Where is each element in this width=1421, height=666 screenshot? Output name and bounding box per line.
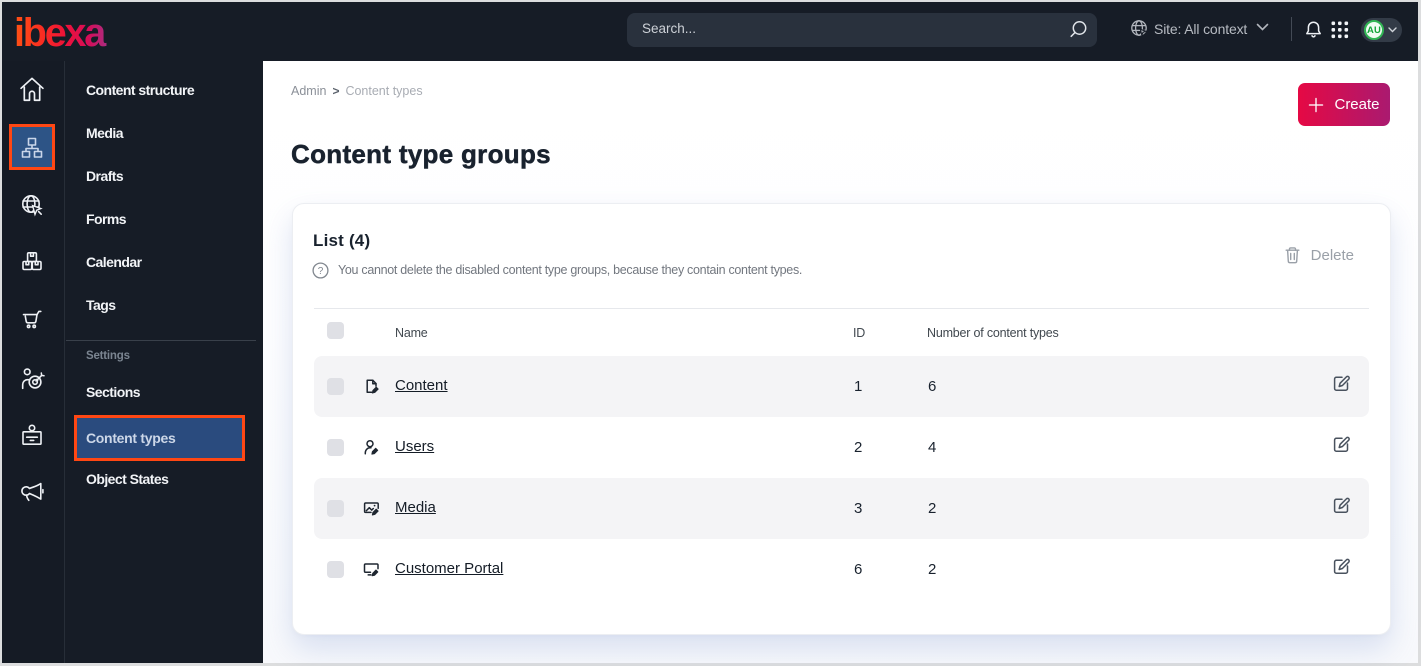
svg-text:ibexa: ibexa [16,11,107,50]
svg-text:?: ? [318,266,324,277]
